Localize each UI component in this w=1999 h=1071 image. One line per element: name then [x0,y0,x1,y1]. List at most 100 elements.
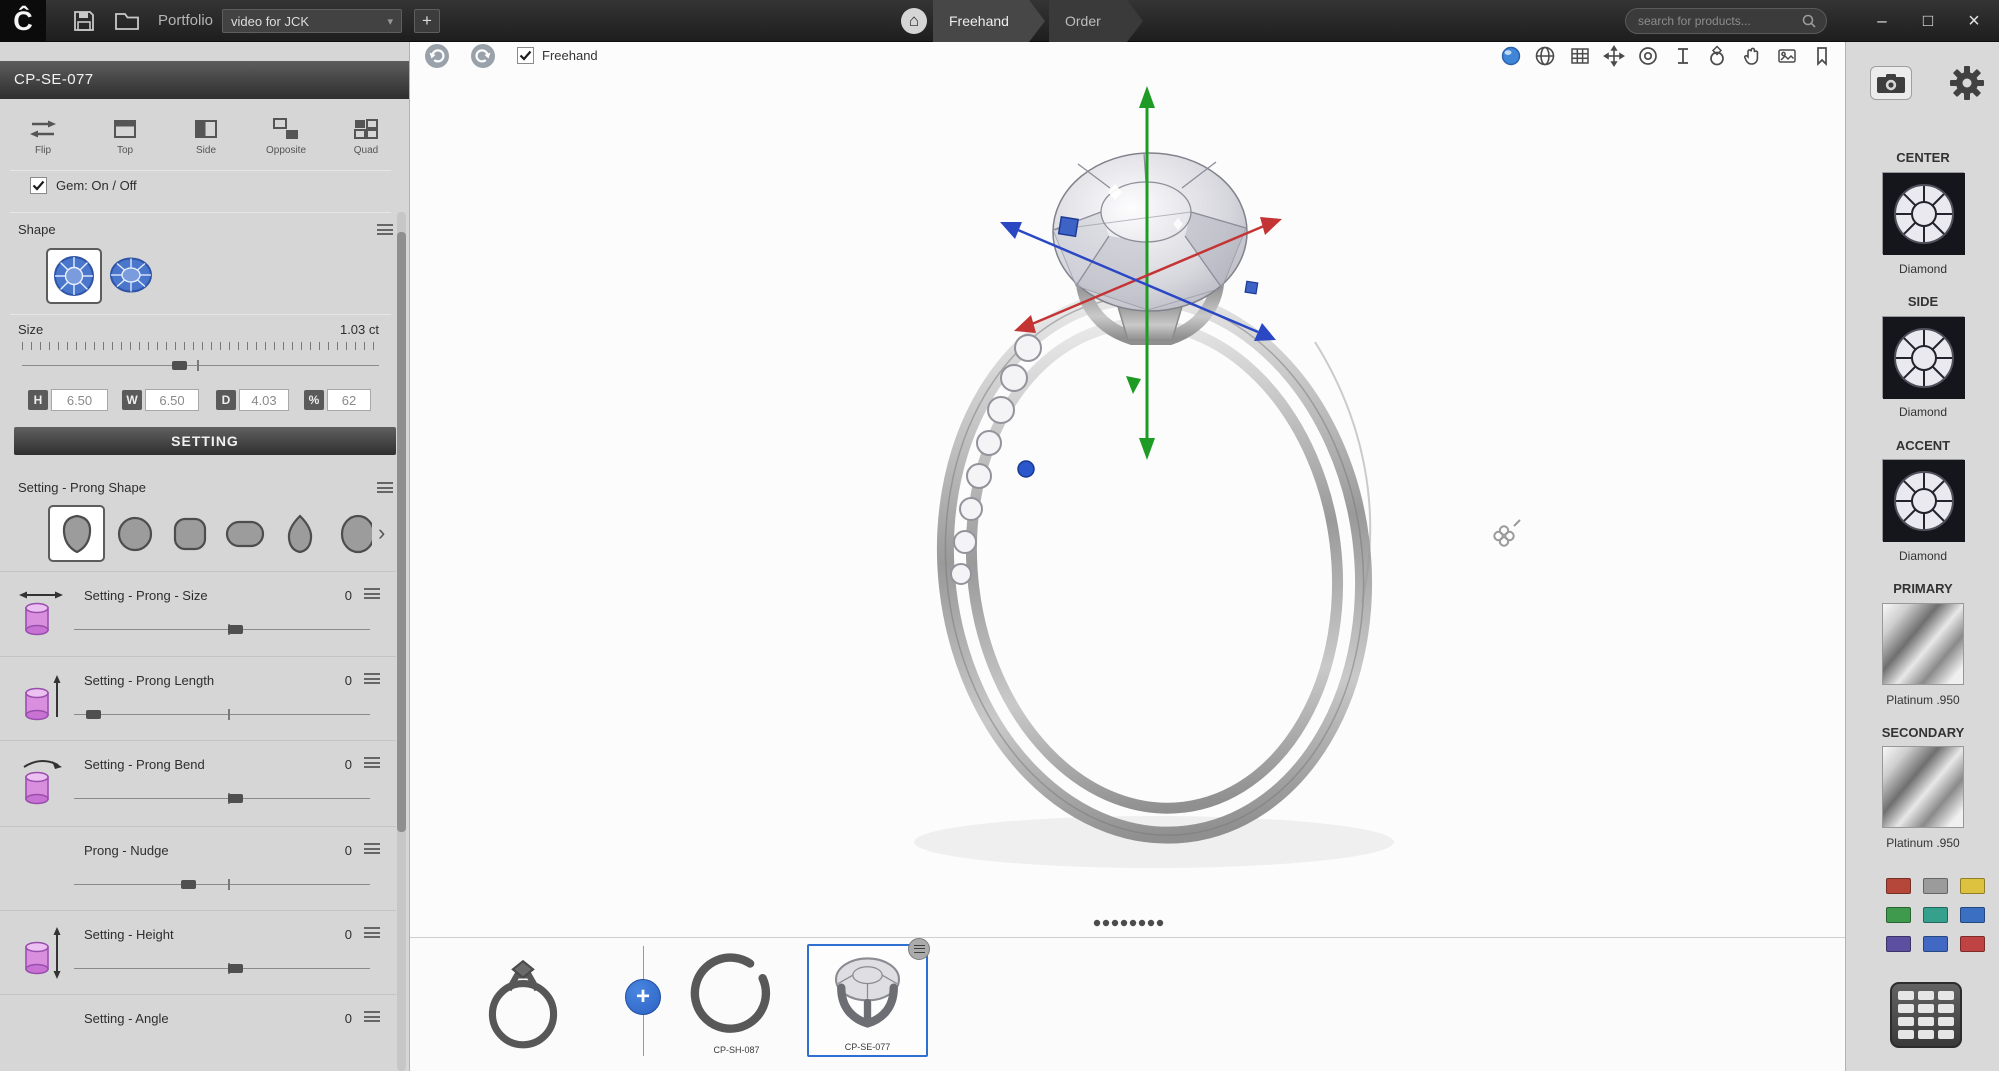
color-swatch[interactable] [1960,936,1985,952]
color-swatch-grid [1886,878,1985,952]
setting-height-slider[interactable] [74,959,370,979]
product-search[interactable] [1625,8,1827,34]
height-field[interactable] [51,389,108,411]
slot-thumb-secondary[interactable] [1882,746,1964,828]
prong-nudge-group: Prong - Nudge 0 [0,826,396,910]
color-swatch[interactable] [1960,907,1985,923]
portfolio-value: video for JCK [231,13,310,29]
view-button-top[interactable]: Top [89,108,161,164]
prong-nudge-slider[interactable] [74,875,370,895]
transform-gizmo[interactable] [1000,86,1282,478]
search-input[interactable] [1636,13,1802,29]
color-swatch[interactable] [1923,878,1948,894]
size-value: 1.03 ct [339,322,379,337]
save-icon[interactable] [72,9,98,33]
menu-icon[interactable] [364,927,380,938]
color-swatch[interactable] [1886,936,1911,952]
menu-icon[interactable] [377,482,393,493]
color-swatch[interactable] [1960,878,1985,894]
add-component-button[interactable]: + [625,979,661,1015]
color-swatch[interactable] [1923,907,1948,923]
ring-band[interactable] [915,273,1394,860]
gem-toggle[interactable]: Gem: On / Off [30,177,137,194]
slot-caption-primary: Platinum .950 [1886,693,1960,707]
slider-notch [196,360,199,371]
slot-thumb-side[interactable] [1882,316,1966,400]
slot-title-secondary: SECONDARY [1881,725,1965,740]
portfolio-dropdown[interactable]: video for JCK ▾ [222,9,402,33]
ring-3d-scene[interactable] [410,42,1845,937]
tray-item-ring[interactable] [472,951,574,1057]
thumbnail-menu-badge[interactable] [908,938,930,960]
slider-handle[interactable] [227,793,243,803]
divider [10,314,391,315]
slider-handle[interactable] [227,963,243,973]
slider-handle[interactable] [171,360,187,370]
width-key: W [122,390,142,410]
home-button[interactable]: ⌂ [901,8,927,34]
tray-item-shank[interactable] [689,951,784,1043]
gizmo-handle-cube[interactable] [1057,215,1079,238]
prong-shape-cushion[interactable] [222,511,268,557]
menu-icon[interactable] [364,673,380,684]
prong-length-slider[interactable] [74,705,370,725]
view-button-opposite[interactable]: Opposite [250,108,322,164]
price-calculator-button[interactable] [1890,982,1962,1048]
viewport[interactable]: Freehand [410,42,1845,937]
scrollbar-thumb[interactable] [397,232,406,832]
shape-round-selected[interactable] [46,248,102,304]
prong-size-group: Setting - Prong - Size 0 [0,571,396,655]
view-button-quad[interactable]: Quad [330,108,402,164]
view-pagination-dots[interactable] [1093,919,1164,927]
view-button-side[interactable]: Side [170,108,242,164]
color-swatch[interactable] [1923,936,1948,952]
checkbox-checked-icon[interactable] [30,177,47,194]
width-field[interactable] [145,389,199,411]
tab-freehand[interactable]: Freehand [933,0,1045,42]
slider-handle[interactable] [85,709,101,719]
close-button[interactable]: × [1952,0,1996,42]
tab-order[interactable]: Order [1049,0,1143,42]
percent-field[interactable] [327,389,371,411]
divider [10,170,391,171]
prong-shape-shield-selected[interactable] [48,505,105,562]
slider-handle[interactable] [227,624,243,634]
slot-thumb-primary[interactable] [1882,603,1964,685]
color-swatch[interactable] [1886,907,1911,923]
menu-icon[interactable] [364,843,380,854]
view-button-flip[interactable]: Flip [7,108,79,164]
slot-title-accent: ACCENT [1895,438,1951,453]
prong-bend-slider[interactable] [74,789,370,809]
tray-item-setting-selected[interactable]: CP-SE-077 [807,938,930,1057]
ring-thumbnail-icon [488,959,558,1049]
menu-icon[interactable] [364,757,380,768]
slot-thumb-accent[interactable] [1882,459,1966,543]
menu-icon[interactable] [377,224,393,235]
round-gem-icon [54,256,94,296]
prong-shapes-more-chevron[interactable]: › [378,520,385,546]
prong-shape-oval[interactable] [332,511,372,557]
band-control-point[interactable] [1017,460,1035,478]
menu-icon[interactable] [364,1011,380,1022]
depth-field[interactable] [239,389,289,411]
settings-button[interactable] [1947,64,1987,102]
prong-shape-round[interactable] [112,511,158,557]
slot-thumb-center[interactable] [1882,172,1966,256]
prong-shape-square[interactable] [167,511,213,557]
color-swatch[interactable] [1886,878,1911,894]
size-slider[interactable] [22,356,379,376]
slider-handle[interactable] [180,879,196,889]
shape-oval[interactable] [108,254,154,301]
open-folder-icon[interactable] [114,9,140,33]
add-portfolio-button[interactable]: + [414,9,440,33]
minimize-button[interactable]: – [1860,0,1904,42]
mouse-cursor [1493,519,1521,547]
app-logo[interactable]: Ĉ [0,0,46,42]
prong-size-slider[interactable] [74,620,370,640]
prong-shape-pear[interactable] [277,511,323,557]
plus-icon: + [635,983,650,1010]
menu-icon[interactable] [364,588,380,599]
gem-toggle-label: Gem: On / Off [56,178,137,193]
maximize-button[interactable]: □ [1906,0,1950,42]
camera-button[interactable] [1870,66,1912,100]
